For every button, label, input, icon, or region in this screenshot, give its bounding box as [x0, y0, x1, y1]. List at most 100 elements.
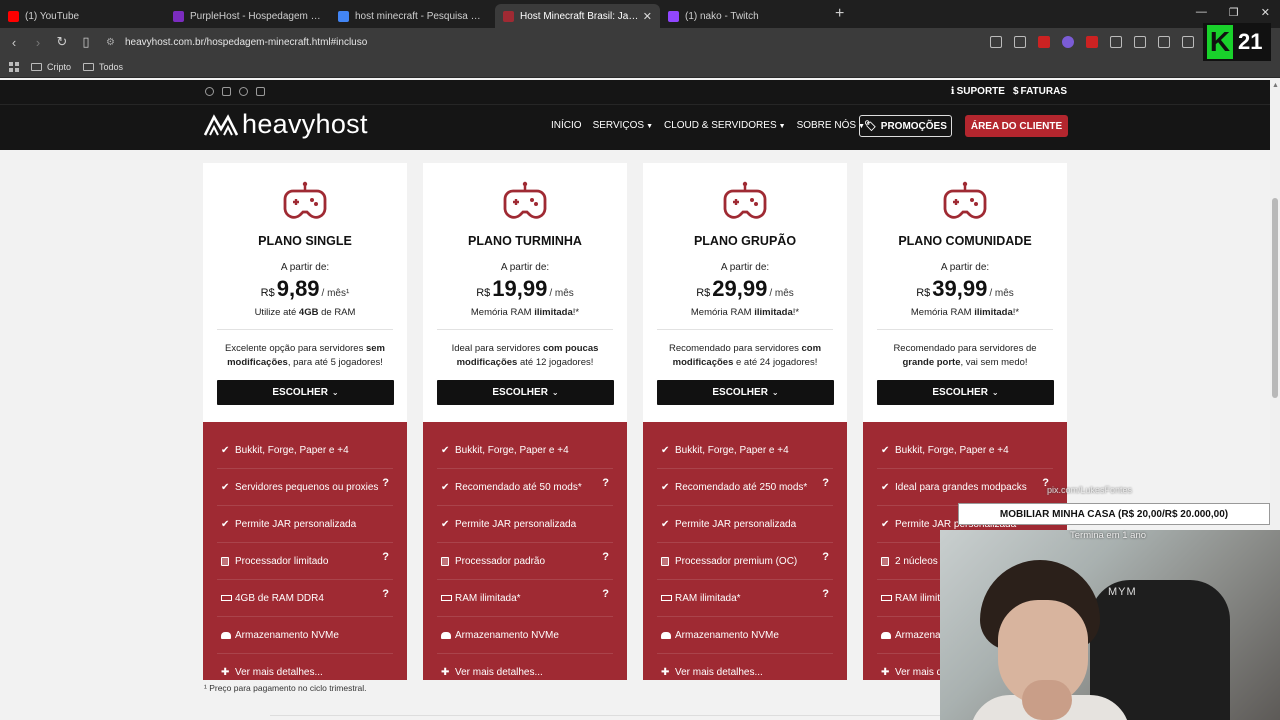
- plan-name: PLANO GRUPÃO: [693, 234, 797, 248]
- menu-item[interactable]: INÍCIO: [551, 120, 582, 131]
- pix-overlay-text: pix.com/LukesFontes: [1047, 485, 1133, 495]
- help-icon[interactable]: ?: [602, 551, 609, 563]
- choose-plan-button[interactable]: ESCOLHER ⌄: [217, 380, 394, 405]
- disk-shape: [441, 631, 451, 639]
- menu-item[interactable]: SOBRE NÓS ▼: [797, 120, 865, 131]
- help-icon[interactable]: ?: [382, 477, 389, 489]
- menu-item-label: INÍCIO: [551, 120, 582, 131]
- email-icon[interactable]: [256, 87, 265, 96]
- screenshot-icon[interactable]: [1134, 36, 1146, 48]
- apps-grid-icon[interactable]: [9, 61, 19, 72]
- see-more-details-link[interactable]: ✚ Ver mais detalhes...: [221, 662, 393, 682]
- help-icon[interactable]: ?: [822, 588, 829, 600]
- feature-text: Processador padrão: [455, 555, 546, 567]
- feature-item[interactable]: RAM ilimitada*?: [661, 588, 833, 608]
- site-settings-icon[interactable]: ⚙: [106, 37, 115, 48]
- close-window-icon[interactable]: ✕: [1261, 6, 1270, 19]
- feature-text: Processador limitado: [235, 555, 329, 567]
- share-icon[interactable]: [1014, 36, 1026, 48]
- browser-tab[interactable]: PurpleHost - Hospedagem de Minecraft: [165, 4, 330, 28]
- feature-item[interactable]: Processador padrão?: [441, 551, 613, 571]
- feature-item: ✔ Bukkit, Forge, Paper e +4: [661, 440, 833, 460]
- description-text: Ideal para servidores: [451, 343, 543, 354]
- browser-tab[interactable]: host minecraft - Pesquisa Google: [330, 4, 495, 28]
- browser-tab[interactable]: Host Minecraft Brasil: Java e Bedrock ✕: [495, 4, 660, 28]
- ram-note-bold: ilimitada: [534, 307, 573, 318]
- reload-icon[interactable]: ↻: [52, 34, 72, 50]
- help-icon[interactable]: ?: [822, 477, 829, 489]
- help-icon[interactable]: ?: [602, 588, 609, 600]
- client-area-button[interactable]: ÁREA DO CLIENTE: [965, 115, 1068, 137]
- gamepad-icon: [283, 181, 327, 221]
- whatsapp-icon[interactable]: [239, 87, 248, 96]
- feature-item[interactable]: ✔ Recomendado até 50 mods*?: [441, 477, 613, 497]
- promotions-button[interactable]: 🏷 PROMOÇÕES: [859, 115, 952, 137]
- plan-name: PLANO SINGLE: [258, 234, 352, 248]
- tab-favicon-icon: [668, 10, 679, 22]
- see-more-details-link[interactable]: ✚ Ver mais detalhes...: [661, 662, 833, 682]
- feature-item[interactable]: Processador premium (OC)?: [661, 551, 833, 571]
- feature-item[interactable]: ✔ Servidores pequenos ou proxies?: [221, 477, 393, 497]
- puzzle-icon[interactable]: [1110, 36, 1122, 48]
- feature-item[interactable]: RAM ilimitada*?: [441, 588, 613, 608]
- cpu-icon: [441, 556, 455, 566]
- support-link[interactable]: ℹ SUPORTE: [951, 86, 1005, 97]
- forward-icon[interactable]: ›: [28, 35, 48, 50]
- minimize-icon[interactable]: —: [1196, 6, 1207, 19]
- disk-icon: [881, 631, 895, 639]
- help-icon[interactable]: ?: [382, 551, 389, 563]
- browser-tab[interactable]: (1) YouTube: [0, 4, 165, 28]
- feature-item[interactable]: 4GB de RAM DDR4?: [221, 588, 393, 608]
- instagram-icon[interactable]: [222, 87, 231, 96]
- chevron-down-icon: ⌄: [771, 388, 779, 397]
- feature-divider: [657, 468, 833, 469]
- bookmark-todos[interactable]: Todos: [83, 62, 123, 72]
- price-period: / mês: [989, 288, 1014, 299]
- bookmark-label: Todos: [99, 61, 124, 72]
- reader-icon[interactable]: [990, 36, 1002, 48]
- sidebar-icon[interactable]: [1182, 36, 1194, 48]
- price-currency: R$: [260, 287, 275, 299]
- plan-price: R$9,89/ mês¹: [203, 276, 407, 302]
- site-logo[interactable]: heavyhost: [204, 111, 368, 138]
- choose-label: ESCOLHER: [712, 387, 768, 398]
- choose-plan-button[interactable]: ESCOLHER ⌄: [437, 380, 614, 405]
- scrollbar-thumb[interactable]: [1272, 198, 1278, 398]
- feature-item[interactable]: ✔ Ideal para grandes modpacks?: [881, 477, 1053, 497]
- feature-divider: [877, 468, 1053, 469]
- price-value: 29,99: [712, 276, 768, 301]
- choose-plan-button[interactable]: ESCOLHER ⌄: [657, 380, 834, 405]
- close-tab-icon[interactable]: ✕: [643, 10, 652, 23]
- new-tab-button[interactable]: +: [835, 5, 844, 23]
- info-icon: ℹ: [950, 86, 955, 97]
- extension-icon[interactable]: [1062, 36, 1074, 48]
- menu-item[interactable]: SERVIÇOS ▼: [593, 120, 653, 131]
- feature-item[interactable]: ✔ Recomendado até 250 mods*?: [661, 477, 833, 497]
- gamepad-icon: [723, 181, 767, 221]
- choose-plan-button[interactable]: ESCOLHER ⌄: [877, 380, 1054, 405]
- feature-item[interactable]: Processador limitado?: [221, 551, 393, 571]
- ram-note-bold: ilimitada: [754, 307, 793, 318]
- cpu-shape: [661, 556, 669, 566]
- browser-tab[interactable]: (1) nako - Twitch: [660, 4, 825, 28]
- price-value: 19,99: [492, 276, 548, 301]
- menu-item[interactable]: CLOUD & SERVIDORES ▼: [664, 120, 786, 131]
- price-value: 9,89: [276, 276, 320, 301]
- url-field[interactable]: ⚙ heavyhost.com.br/hospedagem-minecraft.h…: [106, 37, 367, 48]
- brave-shield-icon[interactable]: [1038, 36, 1050, 48]
- help-icon[interactable]: ?: [602, 477, 609, 489]
- facebook-icon[interactable]: [205, 87, 214, 96]
- plan-card: PLANO SINGLE A partir de: R$9,89/ mês¹ Util…: [203, 163, 407, 680]
- check-icon: ✔: [441, 481, 450, 493]
- help-icon[interactable]: ?: [382, 588, 389, 600]
- see-more-details-link[interactable]: ✚ Ver mais detalhes...: [441, 662, 613, 682]
- scroll-up-icon[interactable]: ▲: [1272, 82, 1279, 89]
- music-icon[interactable]: [1158, 36, 1170, 48]
- bookmark-cripto[interactable]: Cripto: [31, 62, 71, 72]
- bookmark-icon[interactable]: ▯: [76, 34, 96, 50]
- help-icon[interactable]: ?: [822, 551, 829, 563]
- extension-icon[interactable]: [1086, 36, 1098, 48]
- restore-icon[interactable]: ❐: [1229, 6, 1239, 19]
- invoices-link[interactable]: $ FATURAS: [1013, 86, 1067, 97]
- back-icon[interactable]: ‹: [4, 35, 24, 50]
